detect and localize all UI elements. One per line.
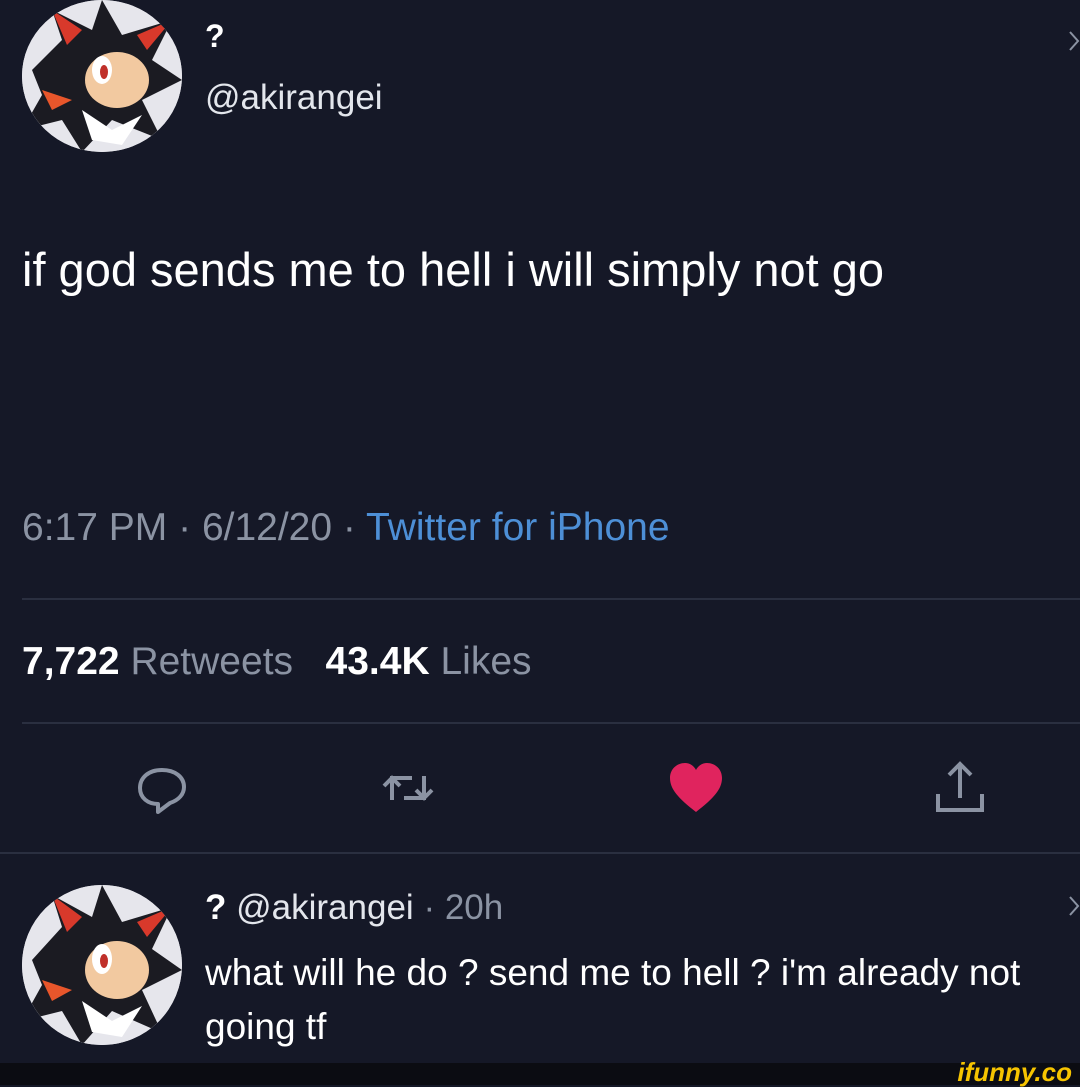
- tweet-text: if god sends me to hell i will simply no…: [22, 243, 885, 296]
- reply-handle[interactable]: @akirangei: [236, 888, 414, 927]
- chevron-down-icon[interactable]: [1068, 30, 1080, 52]
- shadow-hedgehog-avatar-image: [22, 885, 182, 1045]
- retweet-icon[interactable]: [378, 758, 438, 818]
- reply-text: what will he do ? send me to hell ? i'm …: [205, 952, 1021, 1047]
- tweet-meta: 6:17 PM · 6/12/20 · Twitter for iPhone: [22, 506, 670, 550]
- bottom-bar: [0, 1063, 1080, 1085]
- reply-author-avatar[interactable]: [22, 885, 182, 1045]
- divider: [0, 852, 1080, 854]
- author-display-name[interactable]: ?: [205, 18, 225, 55]
- reply-icon[interactable]: [132, 758, 192, 818]
- tweet-stats: 7,722 Retweets 43.4K Likes: [22, 640, 532, 684]
- retweets-label: Retweets: [130, 640, 294, 683]
- heart-icon[interactable]: [666, 758, 726, 818]
- likes-label: Likes: [440, 640, 532, 683]
- shadow-hedgehog-avatar-image: [22, 0, 182, 152]
- likes-stat[interactable]: 43.4K Likes: [326, 640, 532, 683]
- tweet-source-link[interactable]: Twitter for iPhone: [366, 506, 669, 549]
- retweets-stat[interactable]: 7,722 Retweets: [22, 640, 304, 683]
- reply-time: 20h: [444, 888, 504, 927]
- share-icon[interactable]: [930, 758, 990, 818]
- meta-separator: ·: [178, 506, 192, 549]
- author-avatar[interactable]: [22, 0, 182, 152]
- divider: [22, 722, 1080, 724]
- likes-count: 43.4K: [325, 640, 430, 683]
- tweet-time: 6:17 PM: [22, 506, 168, 549]
- meta-separator: ·: [423, 888, 436, 927]
- author-handle[interactable]: @akirangei: [205, 78, 383, 118]
- chevron-down-icon[interactable]: [1068, 895, 1080, 917]
- retweets-count: 7,722: [22, 640, 120, 683]
- meta-separator: ·: [342, 506, 356, 549]
- divider: [22, 598, 1080, 600]
- tweet-date: 6/12/20: [201, 506, 333, 549]
- watermark-logo: ifunny.co: [957, 1057, 1072, 1087]
- reply-header: ? @akirangei · 20h: [205, 888, 503, 928]
- reply-display-name[interactable]: ?: [205, 888, 226, 927]
